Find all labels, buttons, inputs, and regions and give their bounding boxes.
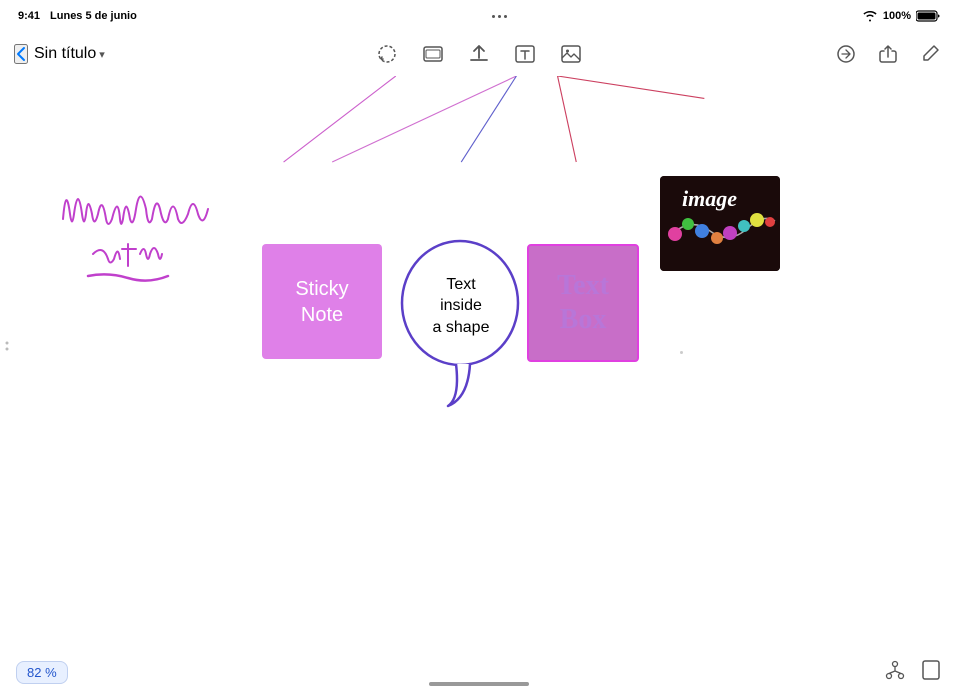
toolbar-center [373,40,585,68]
image-box[interactable]: image [660,176,780,271]
history-button[interactable] [832,40,860,68]
text-box[interactable]: Text Box [527,244,639,362]
time: 9:41 [18,10,40,22]
date: Lunes 5 de junio [50,10,137,22]
image-tool-button[interactable] [557,40,585,68]
shape-library-button[interactable] [419,40,447,68]
toolbar-right [832,40,944,68]
object-tree-button[interactable] [884,659,906,686]
insert-button[interactable] [465,40,493,68]
share-button[interactable] [874,40,902,68]
battery-icon [916,10,940,22]
lasso-tool-button[interactable] [373,40,401,68]
text-box-label: Text Box [557,269,609,336]
svg-text:image: image [682,186,737,211]
wifi-icon [862,10,878,22]
bottom-bar: 82 % [0,652,958,692]
edit-button[interactable] [916,40,944,68]
home-indicator [429,682,529,686]
sidebar-handle[interactable] [0,326,14,366]
status-left: 9:41 Lunes 5 de junio [18,10,137,22]
toolbar: Sin título ▾ [0,32,958,76]
bottom-right-icons [884,659,942,686]
zoom-badge[interactable]: 82 % [16,661,68,684]
dot3 [504,15,507,18]
canvas: Sticky Note Text inside a shape Text Box [0,76,958,652]
dot1 [492,15,495,18]
page-view-button[interactable] [920,659,942,686]
status-bar: 9:41 Lunes 5 de junio 100% [0,0,958,32]
dot2 [498,15,501,18]
canvas-dot [680,351,683,354]
title-chevron: ▾ [99,48,105,61]
sticky-note[interactable]: Sticky Note [262,244,382,359]
handwritten-text [48,164,258,294]
speech-bubble-container[interactable]: Text inside a shape [398,238,528,423]
status-center [492,15,507,18]
text-tool-button[interactable] [511,40,539,68]
document-title[interactable]: Sin título ▾ [34,45,105,63]
back-button[interactable] [14,44,28,64]
status-right: 100% [862,10,940,22]
speech-bubble-text: Text inside a shape [406,256,516,356]
image-visual: image [660,176,780,271]
battery-label: 100% [883,10,911,22]
